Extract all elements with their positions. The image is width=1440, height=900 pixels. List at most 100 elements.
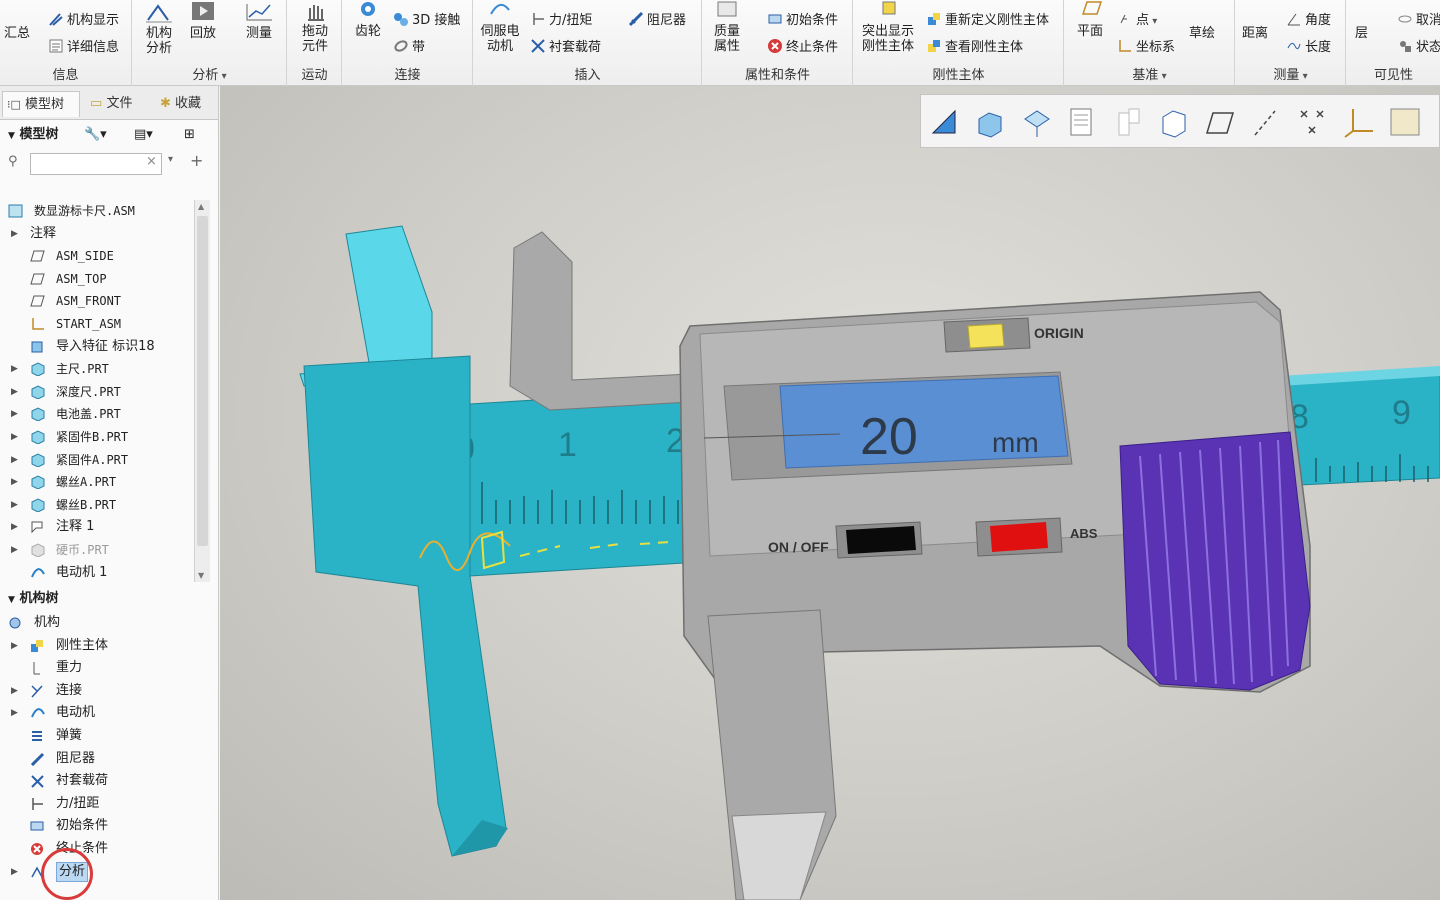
- expand-arrow-icon[interactable]: ▶: [11, 381, 18, 403]
- expand-arrow-icon[interactable]: ▶: [11, 358, 18, 380]
- redefine-rigid-body-button[interactable]: 重新定义刚性主体: [926, 11, 1049, 28]
- drag-component-button[interactable]: 拖动 元件: [298, 0, 332, 54]
- tree-row[interactable]: 导入特征 标识18: [0, 336, 200, 358]
- expand-arrow-icon[interactable]: ▶: [11, 539, 18, 561]
- model-tree-header[interactable]: ▼ 模型树 🔧▾ ▤▾ ⊞: [0, 122, 219, 148]
- tree-row[interactable]: 终止条件: [0, 838, 200, 860]
- datum-point-display-icon[interactable]: [1295, 105, 1331, 139]
- gear-button[interactable]: 齿轮: [351, 0, 385, 39]
- refit-icon[interactable]: [927, 105, 963, 139]
- servo-motor-button[interactable]: 伺服电 动机: [480, 0, 520, 54]
- appearance-icon[interactable]: [1157, 105, 1193, 139]
- mech-display-button[interactable]: 机构显示: [48, 11, 119, 28]
- angle-button[interactable]: 角度: [1286, 11, 1331, 28]
- tree-row[interactable]: ▶ 连接: [0, 680, 200, 702]
- mech-analysis-button[interactable]: 机构 分析: [143, 2, 175, 56]
- sketch-button[interactable]: 草绘: [1189, 26, 1215, 41]
- tree-row[interactable]: ▶ 螺丝A.PRT: [0, 471, 200, 493]
- bushing-load-button[interactable]: 衬套载荷: [530, 38, 601, 55]
- playback-button[interactable]: 回放: [187, 2, 219, 41]
- tab-model-tree[interactable]: ⁝□ 模型树: [2, 91, 80, 117]
- tree-row[interactable]: ▶ 电池盖.PRT: [0, 403, 200, 425]
- highlight-rigid-body-button[interactable]: 突出显示 刚性主体: [858, 0, 918, 54]
- expand-arrow-icon[interactable]: ▶: [11, 516, 18, 538]
- tree-row[interactable]: START_ASM: [0, 313, 200, 335]
- tree-row[interactable]: 数显游标卡尺.ASM: [0, 200, 200, 222]
- tab-favorites[interactable]: ✱ 收藏: [156, 91, 218, 117]
- tree-row[interactable]: ▶ 紧固件B.PRT: [0, 426, 200, 448]
- termination-condition-button[interactable]: 终止条件: [767, 38, 838, 55]
- tree-row[interactable]: 重力: [0, 657, 200, 679]
- clear-search-icon[interactable]: ×: [146, 154, 157, 169]
- summary-button[interactable]: 汇总: [4, 26, 30, 41]
- scroll-up-icon[interactable]: ▲: [198, 202, 204, 211]
- filter-icon[interactable]: ⚲: [8, 154, 18, 169]
- tree-row[interactable]: 电动机 1: [0, 562, 200, 584]
- expand-arrow-icon[interactable]: ▶: [11, 449, 18, 471]
- distance-button[interactable]: 距离: [1242, 26, 1268, 41]
- length-button[interactable]: 长度: [1286, 38, 1331, 55]
- shading-icon[interactable]: [973, 105, 1009, 139]
- contact3d-button[interactable]: 3D 接触: [393, 11, 460, 28]
- expand-arrow-icon[interactable]: ▶: [11, 403, 18, 425]
- onoff-button[interactable]: [846, 526, 916, 554]
- layer-button[interactable]: 层: [1355, 26, 1368, 41]
- saved-orient-icon[interactable]: [1111, 105, 1147, 139]
- force-torque-button[interactable]: 力/扭矩: [530, 11, 592, 28]
- tree-row[interactable]: ▶ 深度尺.PRT: [0, 381, 200, 403]
- expand-arrow-icon[interactable]: ▶: [11, 426, 18, 448]
- damper-button[interactable]: 阻尼器: [628, 11, 686, 28]
- tree-columns-icon[interactable]: ▤▾: [134, 122, 153, 148]
- mass-properties-button[interactable]: 质量 属性: [709, 0, 745, 54]
- abs-button[interactable]: [990, 522, 1048, 552]
- expand-arrow-icon[interactable]: ▶: [11, 223, 18, 245]
- tree-row[interactable]: 衬套载荷: [0, 770, 200, 792]
- tree-row[interactable]: ▶ 注释 1: [0, 516, 200, 538]
- datum-plane-button[interactable]: 平面: [1073, 0, 1107, 39]
- tree-row[interactable]: ▶ 分析: [0, 861, 200, 883]
- details-button[interactable]: 详细信息: [48, 38, 119, 55]
- status-button[interactable]: 状态: [1397, 38, 1440, 55]
- belt-button[interactable]: 带: [393, 38, 425, 55]
- tree-row[interactable]: ASM_SIDE: [0, 245, 200, 267]
- coordinate-system-button[interactable]: 坐标系: [1117, 38, 1175, 55]
- tree-search-input[interactable]: [30, 153, 162, 175]
- filter-dropdown-icon[interactable]: ▾: [168, 154, 173, 165]
- origin-button[interactable]: [967, 323, 1005, 349]
- tree-row[interactable]: ▶ 注释: [0, 223, 200, 245]
- datum-point-button[interactable]: 点: [1117, 11, 1157, 29]
- tree-row[interactable]: 力/扭距: [0, 793, 200, 815]
- spin-center-icon[interactable]: [1387, 105, 1423, 139]
- tab-files[interactable]: ▭ 文件: [86, 91, 152, 117]
- graphics-viewport[interactable]: 8 9 0 1 2 20 mm ORIGIN ON / OFF: [220, 86, 1440, 900]
- measure-button[interactable]: 测量: [241, 2, 277, 41]
- expand-arrow-icon[interactable]: ▶: [11, 861, 18, 883]
- tree-row[interactable]: 初始条件: [0, 815, 200, 837]
- tree-row[interactable]: ▶ 主尺.PRT: [0, 358, 200, 380]
- expand-arrow-icon[interactable]: ▶: [11, 680, 18, 702]
- cancel-hide-button[interactable]: 取消: [1397, 11, 1440, 28]
- caliper-model[interactable]: 8 9 0 1 2 20 mm ORIGIN ON / OFF: [220, 86, 1440, 900]
- tree-row[interactable]: ▶ 刚性主体: [0, 635, 200, 657]
- tree-display-icon[interactable]: ⊞: [184, 122, 195, 148]
- view-manager-icon[interactable]: [1019, 105, 1055, 139]
- mech-tree-header[interactable]: ▼ 机构树: [0, 586, 219, 612]
- csys-display-icon[interactable]: [1341, 105, 1377, 139]
- tree-row[interactable]: ▶ 紧固件A.PRT: [0, 449, 200, 471]
- tree-row[interactable]: ASM_FRONT: [0, 290, 200, 312]
- tree-row[interactable]: ▶ 螺丝B.PRT: [0, 494, 200, 516]
- scroll-thumb[interactable]: [197, 216, 208, 546]
- scroll-down-icon[interactable]: ▼: [198, 571, 204, 580]
- tree-scrollbar[interactable]: ▲ ▼: [194, 200, 210, 582]
- expand-arrow-icon[interactable]: ▶: [11, 471, 18, 493]
- datum-axis-display-icon[interactable]: [1249, 105, 1285, 139]
- tree-row[interactable]: ▶ 硬币.PRT: [0, 539, 200, 561]
- datum-plane-display-icon[interactable]: [1203, 105, 1239, 139]
- view-rigid-body-button[interactable]: 查看刚性主体: [926, 38, 1023, 55]
- add-filter-icon[interactable]: +: [190, 151, 203, 170]
- expand-arrow-icon[interactable]: ▶: [11, 702, 18, 724]
- expand-arrow-icon[interactable]: ▶: [11, 494, 18, 516]
- tree-row[interactable]: 阻尼器: [0, 748, 200, 770]
- tree-settings-icon[interactable]: 🔧▾: [84, 122, 107, 148]
- display-style-icon[interactable]: [1065, 105, 1101, 139]
